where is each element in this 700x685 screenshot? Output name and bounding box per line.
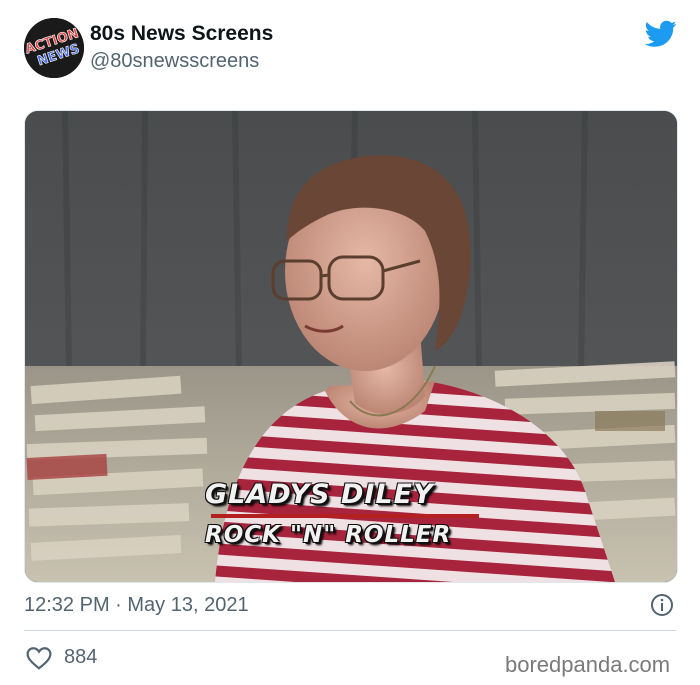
action-news-logo: ACTION NEWS xyxy=(24,18,84,78)
twitter-bird-icon[interactable] xyxy=(645,20,677,48)
avatar[interactable]: ACTION NEWS xyxy=(24,18,84,78)
display-name[interactable]: 80s News Screens xyxy=(90,22,273,46)
like-count[interactable]: 884 xyxy=(64,646,97,669)
news-lower-third: GLADYS DILEY ROCK "N" ROLLER xyxy=(205,479,505,548)
watermark: boredpanda.com xyxy=(505,652,671,677)
lower-third-bar xyxy=(211,514,479,518)
heart-icon[interactable] xyxy=(26,646,52,670)
lower-third-title: ROCK "N" ROLLER xyxy=(205,522,452,548)
tweet-media[interactable]: GLADYS DILEY ROCK "N" ROLLER xyxy=(24,110,678,583)
info-icon[interactable] xyxy=(650,593,674,617)
lower-third-name: GLADYS DILEY xyxy=(205,479,434,510)
divider xyxy=(24,630,676,631)
user-handle[interactable]: @80snewsscreens xyxy=(90,50,259,73)
tweet-timestamp[interactable]: 12:32 PM · May 13, 2021 xyxy=(24,594,249,617)
